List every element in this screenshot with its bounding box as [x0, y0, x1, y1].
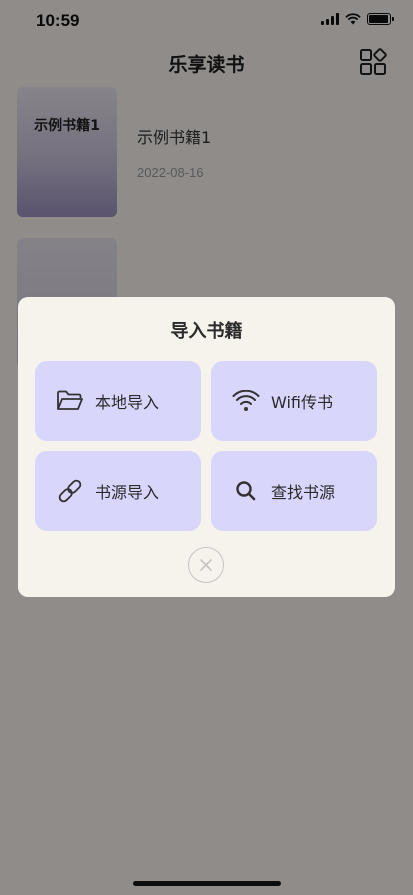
source-import-label: 书源导入 — [95, 483, 160, 502]
import-dialog: 导入书籍 本地导入 Wifi传书 书源导入 查找书源 — [18, 297, 395, 597]
local-import-label: 本地导入 — [95, 393, 160, 412]
link-icon — [55, 476, 85, 506]
local-import-button[interactable]: 本地导入 — [35, 361, 201, 441]
wifi-transfer-button[interactable]: Wifi传书 — [211, 361, 377, 441]
wifi-transfer-label: Wifi传书 — [271, 393, 333, 412]
search-icon — [231, 476, 261, 506]
find-source-button[interactable]: 查找书源 — [211, 451, 377, 531]
dialog-title: 导入书籍 — [170, 321, 243, 342]
find-source-label: 查找书源 — [271, 483, 336, 502]
source-import-button[interactable]: 书源导入 — [35, 451, 201, 531]
folder-icon — [55, 386, 85, 416]
close-icon[interactable] — [188, 547, 224, 583]
home-indicator[interactable] — [133, 881, 281, 886]
wifi-icon — [231, 386, 261, 416]
